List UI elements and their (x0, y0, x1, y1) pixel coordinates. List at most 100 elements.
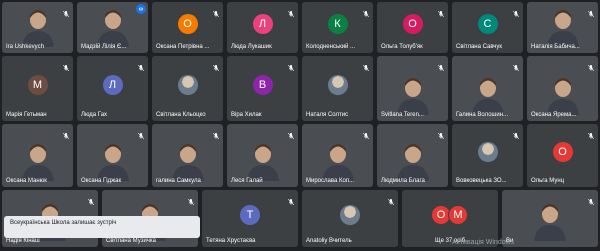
mic-muted-icon (287, 127, 295, 140)
participant-name: Люда Лукашик (231, 44, 272, 50)
participant-tile[interactable]: Л Люда Гах (77, 56, 148, 121)
mic-muted-icon (62, 127, 70, 140)
participant-name: Надія Кінаш (6, 238, 40, 244)
mic-muted-icon (362, 59, 370, 72)
participant-name: Ольга Мунц (531, 178, 565, 184)
participant-name: Ольга Толуб'як (381, 44, 423, 50)
participant-tile[interactable]: Оксана Ярема... (527, 56, 598, 121)
participant-name: Галина Волошин... (456, 112, 509, 118)
mic-muted-icon (287, 5, 295, 18)
mic-muted-icon (512, 59, 520, 72)
avatar-photo (477, 141, 498, 162)
participant-tile[interactable]: Світлана Кльоцко (152, 56, 223, 121)
mic-muted-icon (437, 127, 445, 140)
participant-name: Тетяна Хрустаєва (206, 238, 256, 244)
mic-muted-icon (587, 127, 595, 140)
participant-tile[interactable]: Anatoliy Вчитель (302, 190, 398, 247)
avatar-photo (340, 204, 360, 225)
participant-tile[interactable]: К Колодненський ... (302, 2, 373, 53)
participant-tile[interactable]: Ви (502, 190, 598, 247)
participant-tile[interactable]: Наталія Бабича... (527, 2, 598, 53)
mic-muted-icon (62, 5, 70, 18)
mic-muted-icon (362, 127, 370, 140)
participant-name: Наталя Солтис (306, 112, 349, 118)
participant-grid: Ira Ushkevych Мадзій Лілія Є... О Оксана Пе… (0, 0, 600, 251)
participant-video-person (394, 141, 432, 181)
participant-name: Світлана Музичка (106, 238, 157, 244)
mic-muted-icon (87, 193, 95, 206)
avatar: Л (102, 74, 123, 95)
participant-video-person (169, 141, 207, 181)
mic-muted-icon (437, 59, 445, 72)
avatar: М (448, 204, 468, 225)
participant-name: Ira Ushkevych (6, 44, 45, 50)
participant-name: Оксана Гіджак (81, 178, 122, 184)
participant-video-person (319, 141, 357, 181)
participant-tile[interactable]: О Ольга Мунц (527, 124, 598, 187)
mic-muted-icon (137, 127, 145, 140)
avatar: О (552, 141, 573, 162)
participant-tile[interactable]: Леся Галай (227, 124, 298, 187)
mic-muted-icon (137, 59, 145, 72)
participant-tile[interactable]: Галина Волошин... (452, 56, 523, 121)
participant-tile[interactable]: Оксана Манюк (2, 124, 73, 187)
mic-muted-icon (387, 193, 395, 206)
speaking-indicator-icon (136, 4, 146, 14)
participant-tile[interactable]: Т Тетяна Хрустаєва (202, 190, 298, 247)
mic-muted-icon (512, 127, 520, 140)
mic-muted-icon (287, 193, 295, 206)
mic-muted-icon (287, 59, 295, 72)
toast-text: Всеукраїнська Школа залишає зустріч (10, 220, 117, 226)
participant-tile[interactable]: Вовковецька ЗО... (452, 124, 523, 187)
participant-video-person (19, 141, 57, 181)
participant-name: Оксана Петрівна ... (156, 44, 210, 50)
participant-tile[interactable]: Мирослава Коп... (302, 124, 373, 187)
avatar: Л (252, 13, 273, 34)
participant-name: Мадзій Лілія Є... (81, 44, 127, 50)
mic-muted-icon (437, 5, 445, 18)
avatar: К (327, 13, 348, 34)
avatar: С (477, 13, 498, 34)
mic-muted-icon (212, 5, 220, 18)
participant-tile[interactable]: Л Люда Лукашик (227, 2, 298, 53)
participant-name: Наталія Бабича... (531, 44, 580, 50)
participant-tile[interactable]: В Віра Хилак (227, 56, 298, 121)
participant-tile[interactable]: Svitlana Teren... (377, 56, 448, 121)
participant-name: Світлана Савчук (456, 44, 503, 50)
participant-name: Віра Хилак (231, 112, 262, 118)
participant-name: Anatoliy Вчитель (306, 238, 352, 244)
participant-tile[interactable]: О Оксана Петрівна ... (152, 2, 223, 53)
avatar: М (27, 74, 48, 95)
mic-muted-icon (362, 5, 370, 18)
participant-tile[interactable]: О Ольга Толуб'як (377, 2, 448, 53)
participant-tile[interactable]: Ira Ushkevych (2, 2, 73, 53)
participant-name: Люда Гах (81, 112, 108, 118)
participant-name: Мирослава Коп... (306, 178, 355, 184)
avatar: В (252, 74, 273, 95)
avatar-photo (177, 74, 198, 95)
mic-muted-icon (587, 5, 595, 18)
participant-tile[interactable]: Людмила Блага (377, 124, 448, 187)
participant-video-person (469, 75, 507, 115)
mic-muted-icon (62, 59, 70, 72)
participant-video-person (94, 7, 132, 47)
participant-tile[interactable]: галина Самкула (152, 124, 223, 187)
avatar: О (177, 13, 198, 34)
participant-video-person (531, 201, 569, 241)
mic-muted-icon (212, 59, 220, 72)
participant-tile[interactable]: Оксана Гіджак (77, 124, 148, 187)
participant-name: Людмила Блага (381, 178, 425, 184)
participant-video-person (19, 7, 57, 47)
participant-tile[interactable]: М Марія Гетьман (2, 56, 73, 121)
participant-tile[interactable]: С Світлана Савчук (452, 2, 523, 53)
participant-name: Svitlana Teren... (381, 112, 424, 118)
mic-muted-icon (587, 193, 595, 206)
avatar: Т (240, 204, 260, 225)
participant-video-person (544, 75, 582, 115)
participant-video-person (94, 141, 132, 181)
more-participants-avatars: ОМ (431, 204, 468, 225)
mic-muted-icon (512, 5, 520, 18)
participant-tile[interactable]: Мадзій Лілія Є... (77, 2, 148, 53)
participant-tile[interactable]: Наталя Солтис (302, 56, 373, 121)
mic-muted-icon (187, 193, 195, 206)
